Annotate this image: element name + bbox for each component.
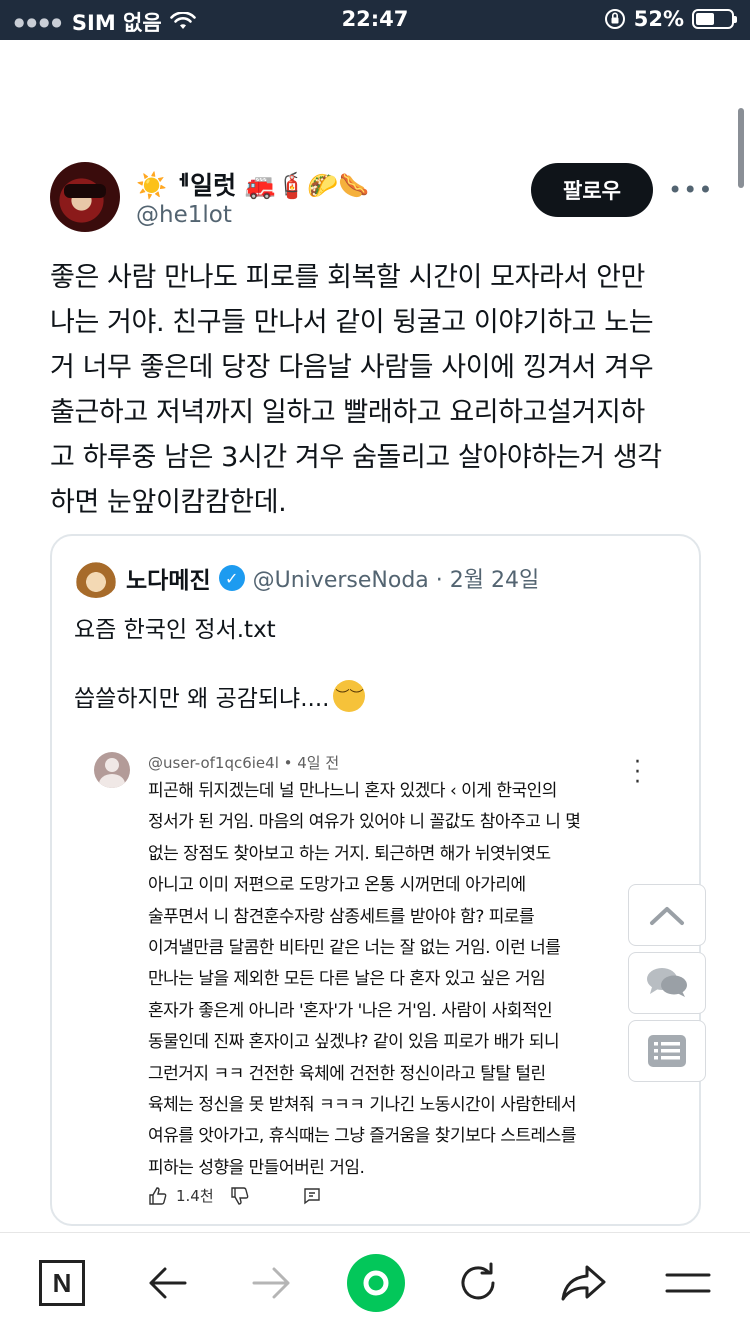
comment-line: 술푸면서 니 참견훈수자랑 삼종세트를 받아야 함? 피로를 xyxy=(148,906,535,927)
comment-line: 혼자가 좋은게 아니라 '혼자'가 '나은 거'임. 사람이 사회적인 xyxy=(148,1000,553,1021)
commenter-avatar xyxy=(94,752,130,788)
battery-fill xyxy=(696,13,714,25)
thumbs-down-icon xyxy=(230,1186,249,1205)
comment-line: 이겨낼만큼 달콤한 비타민 같은 너는 잘 없는 거임. 이런 너를 xyxy=(148,938,561,959)
thumbs-up-icon xyxy=(149,1186,167,1205)
tweet-line: 나는 거야. 친구들 만나서 같이 뒹굴고 이야기하고 노는 xyxy=(50,307,654,338)
back-button[interactable] xyxy=(139,1255,195,1311)
reply-comment-icon xyxy=(303,1187,320,1204)
tweet-line: 출근하고 저녁까지 일하고 빨래하고 요리하고설거지하 xyxy=(50,397,645,428)
tweet-line: 고 하루중 남은 3시간 겨우 숨돌리고 살아야하는거 생각 xyxy=(50,442,662,473)
n-home-icon: N xyxy=(39,1260,85,1306)
menu-icon xyxy=(665,1273,711,1293)
share-icon xyxy=(561,1265,606,1301)
user-handle[interactable]: @he1lot xyxy=(136,202,232,228)
quoted-avatar xyxy=(74,558,118,598)
quoted-display-name: 노다메진 xyxy=(126,568,211,594)
home-button[interactable]: N xyxy=(34,1255,90,1311)
comment-line: 없는 장점도 찾아보고 하는 거지. 퇴근하면 해가 뉘엿뉘엿도 xyxy=(148,843,551,864)
quoted-text-line: 요즘 한국인 정서.txt xyxy=(74,617,276,643)
tweet-header: ☀️ᅦ일럿 🚒🧯🌮🌭 @he1lot 팔로우 ••• xyxy=(50,162,713,234)
menu-button[interactable] xyxy=(660,1255,716,1311)
comment-line: 정서가 된 거임. 마음의 여유가 있어야 니 꼴값도 참아주고 니 몇 xyxy=(148,812,581,833)
quoted-handle-date: @UniverseNoda · 2월 24일 xyxy=(252,568,540,593)
scrollbar-thumb[interactable] xyxy=(738,108,744,188)
comment-line: 아니고 이미 저편으로 도망가고 온통 시꺼먼데 아가리에 xyxy=(148,875,526,896)
comment-line: 동물인데 진짜 혼자이고 싶겠냐? 같이 있음 피로가 배가 되니 xyxy=(148,1032,560,1053)
battery-icon xyxy=(692,9,737,29)
quoted-tweet-header: 노다메진 ✓ @UniverseNoda · 2월 24일 xyxy=(74,558,539,598)
comment-line: 육체는 정신을 못 받쳐줘 ㅋㅋㅋ 기나긴 노동시간이 사람한테서 xyxy=(148,1095,576,1116)
browser-toolbar: N xyxy=(0,1232,750,1334)
list-view-button[interactable] xyxy=(628,1020,706,1082)
scroll-top-button[interactable] xyxy=(628,884,706,946)
verified-badge-icon: ✓ xyxy=(218,565,245,591)
comment-line: 피하는 성향을 만들어버린 거임. xyxy=(148,1157,365,1178)
forward-arrow-icon xyxy=(252,1267,290,1299)
quoted-text-line: 씁쓸하지만 왜 공감되냐.... ︶︶ xyxy=(74,679,366,713)
comments-button[interactable] xyxy=(628,952,706,1014)
comment-meta: @user-of1qc6ie4l • 4일 전 xyxy=(148,754,340,772)
disappointed-face-icon: ︶︶ xyxy=(333,680,366,712)
quoted-text: 씁쓸하지만 왜 공감되냐.... xyxy=(74,686,330,712)
comment-screenshot-image: @user-of1qc6ie4l • 4일 전 · · · 피곤해 뒤지겠는데 널 … xyxy=(94,748,664,1218)
list-icon xyxy=(648,1035,686,1067)
avatar[interactable] xyxy=(50,162,120,232)
green-dot-button[interactable] xyxy=(346,1253,406,1313)
quoted-tweet-card[interactable]: 노다메진 ✓ @UniverseNoda · 2월 24일 요즘 한국인 정서.… xyxy=(50,534,701,1226)
comment-line: 만나는 날을 제외한 모든 다른 날은 다 혼자 있고 싶은 거임 xyxy=(148,969,546,990)
share-button[interactable] xyxy=(555,1255,611,1311)
orientation-lock-icon xyxy=(604,9,625,29)
back-arrow-icon xyxy=(149,1267,187,1299)
comment-text: 피곤해 뒤지겠는데 널 만나느니 혼자 있겠다 ‹ 이게 한국인의 정서가 된 … xyxy=(148,776,638,1184)
tweet-line: 좋은 사람 만나도 피로를 회복할 시간이 모자라서 안만 xyxy=(50,262,645,293)
more-options-icon[interactable]: ••• xyxy=(668,176,713,204)
status-right: 52% xyxy=(604,7,737,31)
battery-percent: 52% xyxy=(633,7,684,31)
tweet-text: 좋은 사람 만나도 피로를 회복할 시간이 모자라서 안만 나는 거야. 친구들… xyxy=(50,255,710,525)
tweet-line: 하면 눈앞이캄캄한데. xyxy=(50,487,287,518)
comment-line: 피곤해 뒤지겠는데 널 만나느니 혼자 있겠다 ‹ 이게 한국인의 xyxy=(148,781,557,801)
comment-line: 여유를 앗아가고, 휴식때는 그냥 즐거움을 찾기보다 스트레스를 xyxy=(148,1126,576,1147)
forward-button[interactable] xyxy=(244,1255,300,1311)
green-dot-icon xyxy=(347,1254,405,1312)
scroll-top-icon xyxy=(650,907,684,925)
comment-line: 그런거지 ㅋㅋ 건전한 육체에 건전한 정신이라고 탈탈 털린 xyxy=(148,1063,546,1084)
comment-actions: 1.4천 xyxy=(148,1185,322,1206)
display-name[interactable]: ☀️ᅦ일럿 🚒🧯🌮🌭 xyxy=(136,166,369,202)
tweet-line: 거 너무 좋은데 당장 다음날 사람들 사이에 낑겨서 겨우 xyxy=(50,352,654,383)
refresh-button[interactable] xyxy=(450,1255,506,1311)
like-count: 1.4천 xyxy=(176,1187,214,1205)
comments-icon xyxy=(647,968,687,997)
refresh-icon xyxy=(461,1262,495,1300)
follow-button[interactable]: 팔로우 xyxy=(531,163,653,217)
status-bar: ●●●● SIM 없음 22:47 52% xyxy=(0,0,750,40)
